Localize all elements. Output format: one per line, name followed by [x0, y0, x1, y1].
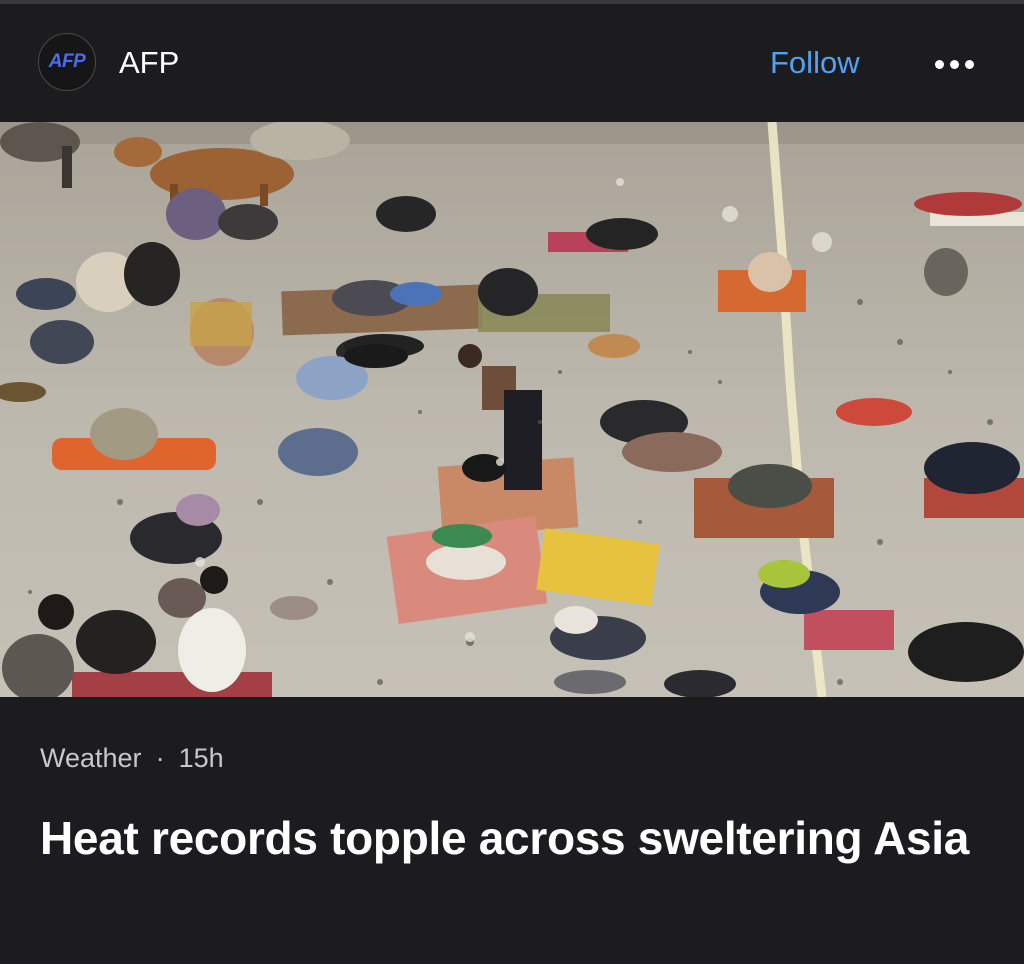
- article-age: 15h: [178, 743, 224, 773]
- publisher-logo-text: AFP: [48, 51, 86, 72]
- article-category[interactable]: Weather: [40, 743, 142, 773]
- follow-button[interactable]: Follow: [766, 42, 864, 84]
- more-horizontal-icon: [934, 59, 944, 69]
- more-options-button[interactable]: [924, 46, 984, 82]
- publisher-avatar[interactable]: AFP: [38, 33, 96, 91]
- article-header: AFP AFP Follow: [0, 4, 1024, 122]
- more-horizontal-icon-dot: [964, 59, 974, 69]
- article-hero-image[interactable]: [0, 122, 1024, 697]
- article-meta: Weather · 15h: [40, 740, 224, 776]
- publisher-name[interactable]: AFP: [119, 43, 179, 83]
- article-headline[interactable]: Heat records topple across sweltering As…: [40, 808, 980, 868]
- meta-separator: ·: [155, 743, 165, 773]
- more-horizontal-icon-dot: [949, 59, 959, 69]
